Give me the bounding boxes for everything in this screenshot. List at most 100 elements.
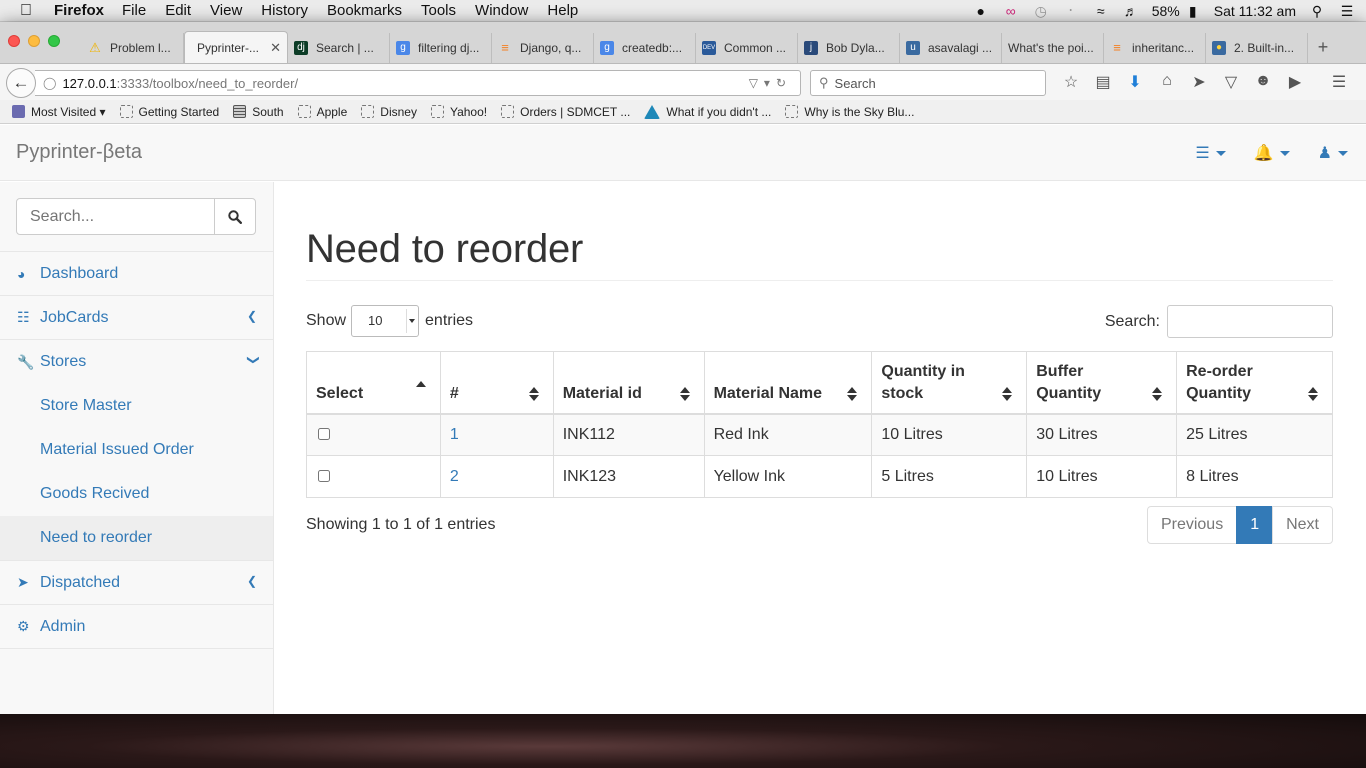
row-number-link[interactable]: 1 bbox=[450, 426, 459, 443]
clock[interactable]: Sat 11:32 am bbox=[1214, 3, 1296, 19]
reading-list-icon[interactable]: ▤ bbox=[1087, 72, 1119, 92]
tab-label: Bob Dyla... bbox=[826, 41, 885, 55]
minimize-window-button[interactable] bbox=[28, 35, 40, 47]
hamburger-menu-icon[interactable]: ☰ bbox=[1323, 72, 1355, 92]
home-icon[interactable]: ⌂ bbox=[1151, 72, 1183, 92]
close-window-button[interactable] bbox=[8, 35, 20, 47]
menu-tools[interactable]: Tools bbox=[421, 2, 456, 19]
column-header-material-id[interactable]: Material id bbox=[552, 351, 705, 415]
row-number-link[interactable]: 2 bbox=[450, 468, 459, 485]
caret-down-icon bbox=[1215, 150, 1226, 156]
column-header-quantity-in-stock[interactable]: Quantity in stock bbox=[871, 351, 1028, 415]
page-length-select[interactable]: 10 bbox=[351, 305, 420, 337]
browser-search-bar[interactable]: ⚲ Search bbox=[810, 70, 1046, 96]
infinity-icon[interactable]: ∞ bbox=[1002, 3, 1020, 19]
bookmark-disney[interactable]: Disney bbox=[361, 105, 417, 119]
tab-pyprinter[interactable]: Pyprinter-... ✕ bbox=[184, 31, 288, 63]
star-icon[interactable]: ☆ bbox=[1055, 72, 1087, 92]
evernote-icon[interactable]: ● bbox=[972, 3, 990, 19]
column-label: Material Name bbox=[713, 384, 823, 402]
back-button[interactable]: ← bbox=[6, 68, 36, 98]
battery-percent[interactable]: 58% bbox=[1152, 3, 1180, 19]
bookmark-apple[interactable]: Apple bbox=[297, 105, 347, 119]
zoom-window-button[interactable] bbox=[48, 35, 60, 47]
tab-asavalagi[interactable]: u asavalagi ... bbox=[900, 33, 1002, 63]
tab-search[interactable]: dj Search | ... bbox=[288, 33, 390, 63]
bookmark-yahoo[interactable]: Yahoo! bbox=[430, 104, 488, 119]
menu-view[interactable]: View bbox=[210, 2, 242, 19]
sidebar-item-stores[interactable]: 🔧 Stores ❮ bbox=[0, 340, 273, 384]
table-search-input[interactable] bbox=[1167, 305, 1333, 338]
tasks-icon: ☰ bbox=[1195, 145, 1210, 162]
sidebar-subitem-store-master[interactable]: Store Master bbox=[0, 384, 273, 428]
menu-app[interactable]: Firefox bbox=[54, 2, 104, 19]
column-header-material-name[interactable]: Material Name bbox=[703, 351, 873, 415]
sidebar-item-admin[interactable]: ⚙ Admin bbox=[0, 605, 273, 649]
pocket-reload-icons[interactable]: ▽▾↻ bbox=[749, 76, 792, 90]
tab-built-in[interactable]: ● 2. Built-in... bbox=[1206, 33, 1308, 63]
tab-bob-dylan[interactable]: j Bob Dyla... bbox=[798, 33, 900, 63]
next-page-button[interactable]: Next bbox=[1272, 506, 1333, 544]
previous-page-button[interactable]: Previous bbox=[1146, 506, 1238, 544]
bookmark-most-visited[interactable]: Most Visited ▾ bbox=[12, 105, 106, 119]
close-tab-icon[interactable]: ✕ bbox=[270, 40, 281, 56]
wifi-icon[interactable]: ≈ bbox=[1092, 3, 1110, 19]
time-machine-icon[interactable]: ◷ bbox=[1032, 3, 1050, 19]
alerts-dropdown[interactable]: 🔔 bbox=[1254, 143, 1290, 163]
row-select-checkbox[interactable] bbox=[318, 470, 330, 482]
bookmark-orders[interactable]: Orders | SDMCET ... bbox=[501, 105, 630, 119]
apple-menu-icon[interactable]:  bbox=[20, 2, 38, 20]
chat-icon[interactable]: ☻ bbox=[1247, 72, 1279, 92]
user-dropdown[interactable]: ♟ bbox=[1318, 143, 1348, 163]
sidebar-search-button[interactable] bbox=[214, 198, 256, 235]
sidebar: ◕ Dashboard ☷ JobCards ❮ 🔧 Stores ❮ Store Mas… bbox=[0, 182, 274, 714]
entries-label: entries bbox=[425, 312, 474, 329]
notification-center-icon[interactable]: ☰ bbox=[1338, 3, 1356, 19]
messages-dropdown[interactable]: ☰ bbox=[1195, 143, 1226, 163]
new-tab-button[interactable]: + bbox=[1308, 33, 1338, 63]
download-icon[interactable]: ⬇ bbox=[1119, 72, 1151, 92]
column-header-select[interactable]: Select bbox=[306, 351, 441, 415]
tab-inheritance[interactable]: ≡ inheritanc... bbox=[1104, 33, 1206, 63]
tab-whats-the-point[interactable]: What's the poi... bbox=[1002, 33, 1104, 63]
sidebar-item-jobcards[interactable]: ☷ JobCards ❮ bbox=[0, 296, 273, 340]
menu-file[interactable]: File bbox=[122, 2, 146, 19]
battery-icon[interactable]: ▮ bbox=[1184, 3, 1202, 19]
send-icon[interactable]: ➤ bbox=[1183, 72, 1215, 92]
menu-history[interactable]: History bbox=[261, 2, 308, 19]
sidebar-item-dispatched[interactable]: ➤ Dispatched ❮ bbox=[0, 561, 273, 605]
pocket-icon[interactable]: ▽ bbox=[1215, 72, 1247, 92]
column-header-buffer-quantity[interactable]: Buffer Quantity bbox=[1026, 351, 1178, 415]
tab-createdb[interactable]: g createdb:... bbox=[594, 33, 696, 63]
sidebar-item-dashboard[interactable]: ◕ Dashboard bbox=[0, 252, 273, 296]
sidebar-subitem-material-issued[interactable]: Material Issued Order bbox=[0, 428, 273, 472]
sidebar-subitem-goods-received[interactable]: Goods Recived bbox=[0, 472, 273, 516]
menu-edit[interactable]: Edit bbox=[165, 2, 191, 19]
volume-icon[interactable]: ♬ bbox=[1122, 3, 1140, 19]
tab-problem[interactable]: ⚠ Problem l... bbox=[82, 33, 184, 63]
menu-help[interactable]: Help bbox=[547, 2, 578, 19]
table-header-row: Select # Material id Material Name Quant… bbox=[306, 351, 1333, 415]
column-header-reorder-quantity[interactable]: Re-order Quantity bbox=[1176, 351, 1333, 415]
url-bar[interactable]: ◯ 127.0.0.1:3333/toolbox/need_to_reorder… bbox=[35, 70, 801, 96]
spotlight-icon[interactable]: ⚲ bbox=[1308, 3, 1326, 19]
bluetooth-icon[interactable]: ᛫ bbox=[1062, 3, 1080, 19]
sidebar-subitem-need-to-reorder[interactable]: Need to reorder bbox=[0, 516, 273, 560]
bookmark-getting-started[interactable]: Getting Started bbox=[119, 105, 219, 119]
tab-django[interactable]: ≡ Django, q... bbox=[492, 33, 594, 63]
bookmark-what-if[interactable]: What if you didn't ... bbox=[644, 104, 771, 119]
menu-bookmarks[interactable]: Bookmarks bbox=[327, 2, 402, 19]
page-1-button[interactable]: 1 bbox=[1236, 506, 1274, 544]
brand-link[interactable]: Pyprinter-βeta bbox=[16, 141, 142, 164]
bookmark-south[interactable]: South bbox=[233, 105, 284, 119]
menu-window[interactable]: Window bbox=[475, 2, 528, 19]
tab-common[interactable]: DEV Common ... bbox=[696, 33, 798, 63]
bookmark-label: Yahoo! bbox=[449, 104, 488, 119]
row-select-checkbox[interactable] bbox=[318, 428, 330, 441]
youtube-icon[interactable]: ▶ bbox=[1279, 72, 1311, 92]
column-header-number[interactable]: # bbox=[439, 351, 554, 415]
stackoverflow-icon: ≡ bbox=[1113, 40, 1121, 55]
bookmark-sky-blue[interactable]: Why is the Sky Blu... bbox=[785, 105, 914, 119]
sidebar-search-input[interactable] bbox=[16, 198, 215, 235]
tab-filtering[interactable]: g filtering dj... bbox=[390, 33, 492, 63]
